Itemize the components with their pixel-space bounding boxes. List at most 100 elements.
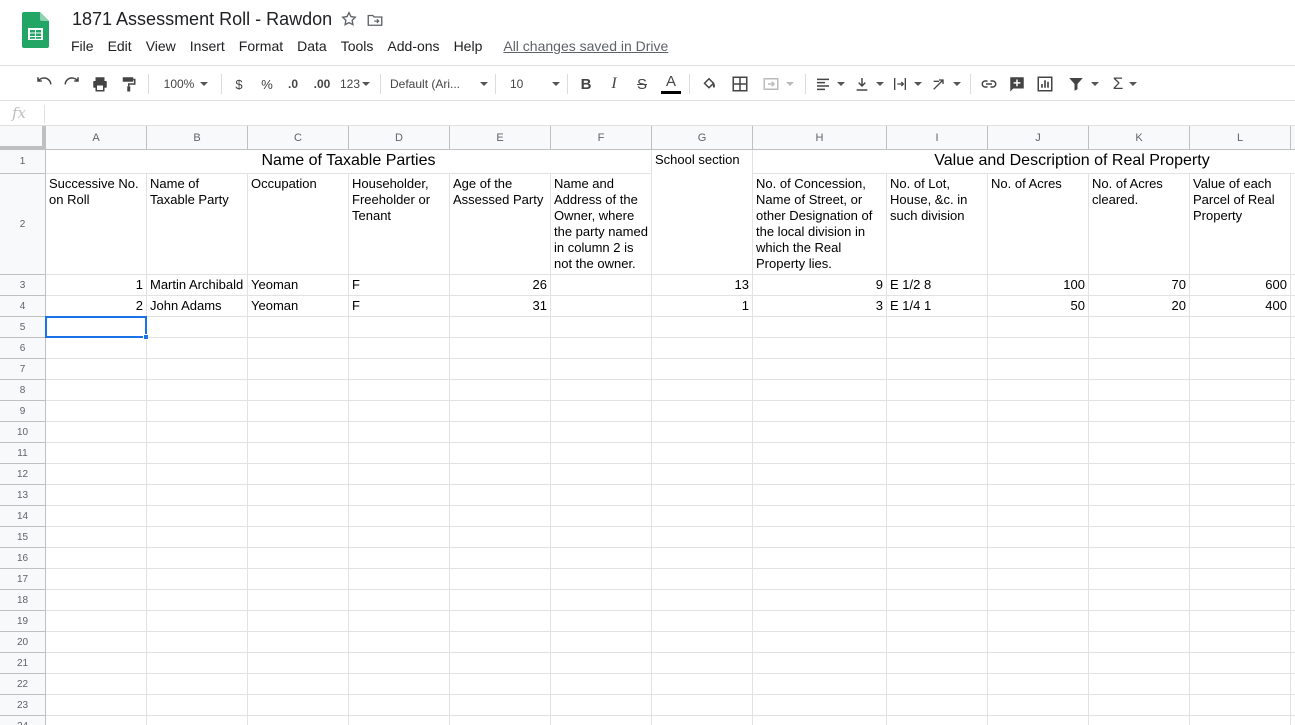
empty-cell[interactable]	[1190, 611, 1291, 632]
empty-cell[interactable]	[551, 632, 652, 653]
empty-cell[interactable]	[450, 359, 551, 380]
empty-cell[interactable]	[988, 548, 1089, 569]
empty-cell[interactable]	[147, 674, 248, 695]
cell-e3[interactable]: 26	[450, 275, 551, 296]
empty-cell[interactable]	[248, 443, 349, 464]
empty-cell[interactable]	[1291, 359, 1295, 380]
empty-cell[interactable]	[248, 611, 349, 632]
row-header-15[interactable]: 15	[0, 527, 46, 548]
empty-cell[interactable]	[248, 317, 349, 338]
empty-cell[interactable]	[1291, 506, 1295, 527]
column-header-k[interactable]: K	[1089, 126, 1190, 150]
empty-cell[interactable]	[349, 548, 450, 569]
empty-cell[interactable]	[349, 338, 450, 359]
empty-cell[interactable]	[652, 401, 753, 422]
row-header-5[interactable]: 5	[0, 317, 46, 338]
empty-cell[interactable]	[1190, 653, 1291, 674]
empty-cell[interactable]	[349, 674, 450, 695]
star-icon[interactable]	[340, 10, 358, 28]
bold-button[interactable]: B	[576, 73, 596, 95]
empty-cell[interactable]	[988, 506, 1089, 527]
empty-cell[interactable]	[652, 380, 753, 401]
empty-cell[interactable]	[450, 380, 551, 401]
empty-cell[interactable]	[887, 611, 988, 632]
empty-cell[interactable]	[887, 632, 988, 653]
column-header-partial[interactable]	[1291, 126, 1295, 150]
zoom-select[interactable]: 100%	[158, 73, 214, 95]
empty-cell[interactable]	[147, 548, 248, 569]
empty-cell[interactable]	[551, 611, 652, 632]
merged-header-school-section[interactable]: School section	[652, 150, 753, 275]
empty-cell[interactable]	[46, 569, 147, 590]
column-header-a[interactable]: A	[46, 126, 147, 150]
row-header-1[interactable]: 1	[0, 150, 46, 174]
empty-cell[interactable]	[1190, 527, 1291, 548]
empty-cell[interactable]	[753, 443, 887, 464]
empty-cell[interactable]	[988, 716, 1089, 725]
empty-cell[interactable]	[1291, 401, 1295, 422]
empty-cell[interactable]	[1190, 590, 1291, 611]
empty-cell[interactable]	[349, 380, 450, 401]
filter-icon[interactable]	[1063, 73, 1103, 95]
empty-cell[interactable]	[248, 569, 349, 590]
empty-cell[interactable]	[1089, 653, 1190, 674]
empty-cell[interactable]	[248, 548, 349, 569]
font-family-select[interactable]: Default (Ari...	[390, 73, 488, 95]
fill-handle[interactable]	[143, 334, 149, 340]
row-header-19[interactable]: 19	[0, 611, 46, 632]
row-header-12[interactable]: 12	[0, 464, 46, 485]
empty-cell[interactable]	[450, 653, 551, 674]
empty-cell[interactable]	[349, 527, 450, 548]
empty-cell[interactable]	[753, 590, 887, 611]
empty-cell[interactable]	[551, 716, 652, 725]
empty-cell[interactable]	[450, 590, 551, 611]
column-header-c[interactable]: C	[248, 126, 349, 150]
column-header-b[interactable]: B	[147, 126, 248, 150]
empty-cell[interactable]	[1291, 464, 1295, 485]
empty-cell[interactable]	[248, 506, 349, 527]
empty-cell[interactable]	[551, 359, 652, 380]
cell-b2[interactable]: Name of Taxable Party	[147, 174, 248, 275]
empty-cell[interactable]	[147, 401, 248, 422]
empty-cell[interactable]	[753, 359, 887, 380]
row-header-11[interactable]: 11	[0, 443, 46, 464]
empty-cell[interactable]	[988, 380, 1089, 401]
empty-cell[interactable]	[349, 653, 450, 674]
row-header-22[interactable]: 22	[0, 674, 46, 695]
empty-cell[interactable]	[349, 716, 450, 725]
row-header-2[interactable]: 2	[0, 174, 46, 275]
empty-cell[interactable]	[147, 590, 248, 611]
column-header-e[interactable]: E	[450, 126, 551, 150]
menu-insert[interactable]: Insert	[183, 36, 232, 56]
empty-cell[interactable]	[248, 422, 349, 443]
cell-c2[interactable]: Occupation	[248, 174, 349, 275]
empty-cell[interactable]	[1291, 174, 1295, 275]
empty-cell[interactable]	[1089, 317, 1190, 338]
empty-cell[interactable]	[753, 401, 887, 422]
empty-cell[interactable]	[349, 359, 450, 380]
spreadsheet-grid[interactable]: ABCDEFGHIJKL 1 2 3 4 5 6 7 8 9 10 11 12 13 14 15 16 17 18…	[0, 126, 1295, 725]
empty-cell[interactable]	[887, 653, 988, 674]
empty-cell[interactable]	[248, 359, 349, 380]
empty-cell[interactable]	[450, 443, 551, 464]
redo-icon[interactable]	[62, 73, 82, 95]
empty-cell[interactable]	[450, 338, 551, 359]
empty-cell[interactable]	[753, 485, 887, 506]
empty-cell[interactable]	[887, 716, 988, 725]
empty-cell[interactable]	[147, 632, 248, 653]
empty-cell[interactable]	[1190, 317, 1291, 338]
empty-cell[interactable]	[652, 464, 753, 485]
empty-cell[interactable]	[988, 695, 1089, 716]
empty-cell[interactable]	[652, 653, 753, 674]
empty-cell[interactable]	[46, 422, 147, 443]
cell-g3[interactable]: 13	[652, 275, 753, 296]
empty-cell[interactable]	[1190, 548, 1291, 569]
empty-cell[interactable]	[46, 506, 147, 527]
font-size-select[interactable]: 10	[504, 73, 560, 95]
empty-cell[interactable]	[147, 611, 248, 632]
empty-cell[interactable]	[1190, 485, 1291, 506]
empty-cell[interactable]	[450, 674, 551, 695]
empty-cell[interactable]	[753, 338, 887, 359]
empty-cell[interactable]	[988, 443, 1089, 464]
empty-cell[interactable]	[551, 485, 652, 506]
